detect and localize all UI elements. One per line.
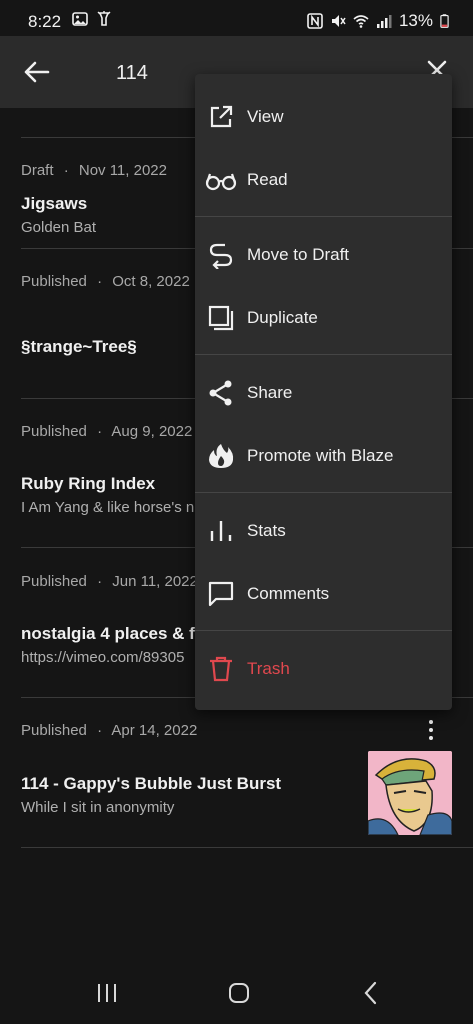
menu-item-stats[interactable]: Stats — [195, 499, 452, 562]
menu-item-label: Trash — [247, 658, 290, 678]
menu-divider — [195, 630, 452, 631]
post-date: Jun 11, 2022 — [112, 573, 198, 590]
external-link-icon — [210, 105, 233, 127]
menu-item-label: Share — [247, 382, 293, 402]
post-title: 114 - Gappy's Bubble Just Burst — [21, 774, 282, 793]
home-icon[interactable] — [224, 978, 254, 1008]
status-right-icons: 13% — [307, 11, 449, 31]
menu-item-label: Move to Draft — [247, 244, 350, 264]
post-status: Draft — [21, 162, 54, 179]
post-featured-image — [368, 751, 452, 835]
status-bar: 8:22 13% — [0, 0, 473, 36]
signal-icon — [376, 15, 392, 28]
status-left-icons — [72, 11, 112, 27]
post-status: Published — [21, 423, 87, 440]
recent-apps-icon[interactable] — [92, 978, 122, 1008]
status-time: 8:22 — [28, 12, 62, 31]
menu-item-trash[interactable]: Trash — [195, 637, 452, 700]
menu-item-duplicate[interactable]: Duplicate — [195, 286, 452, 349]
share-icon — [209, 380, 232, 405]
menu-divider — [195, 216, 452, 217]
duplicate-icon — [208, 305, 234, 330]
menu-item-label: Stats — [247, 520, 286, 540]
post-date: Nov 11, 2022 — [78, 162, 167, 179]
back-nav-icon[interactable] — [356, 978, 386, 1008]
move-icon — [209, 243, 233, 269]
battery-icon — [440, 14, 449, 28]
menu-item-move-to-draft[interactable]: Move to Draft — [195, 223, 452, 286]
post-excerpt: I Am Yang & like horse's n — [21, 499, 195, 516]
nfc-icon — [307, 13, 323, 29]
menu-divider — [195, 492, 452, 493]
flashlight-icon — [97, 11, 111, 26]
post-meta: Published · Aug 9, 2022 — [21, 423, 193, 440]
post-thumbnail-illustration — [368, 751, 452, 835]
flame-icon — [209, 443, 234, 468]
post-status: Published — [21, 722, 87, 739]
post-date: Apr 14, 2022 — [111, 722, 198, 739]
menu-item-comments[interactable]: Comments — [195, 562, 452, 625]
more-options-icon[interactable] — [421, 718, 441, 742]
post-date: Oct 8, 2022 — [112, 273, 190, 290]
post-excerpt: Golden Bat — [21, 219, 97, 236]
back-arrow-icon[interactable] — [22, 60, 50, 84]
post-excerpt: https://vimeo.com/89305 — [21, 649, 185, 666]
battery-percent: 13% — [398, 11, 433, 30]
post-title: §trange~Tree§ — [21, 337, 137, 356]
menu-item-view[interactable]: View — [195, 85, 452, 148]
menu-item-promote-with-blaze[interactable]: Promote with Blaze — [195, 424, 452, 487]
menu-item-label: Read — [247, 169, 288, 189]
post-meta: Published · Oct 8, 2022 — [21, 273, 190, 290]
post-date: Aug 9, 2022 — [111, 423, 193, 440]
post-actions-menu: View Read Move to Draft Duplicate Share — [195, 74, 452, 710]
post-title: Jigsaws — [21, 194, 88, 213]
menu-divider — [195, 354, 452, 355]
wifi-icon — [353, 15, 369, 28]
list-divider — [21, 847, 473, 848]
comment-icon — [208, 581, 234, 606]
post-status: Published — [21, 573, 87, 590]
mute-icon — [331, 15, 346, 27]
trash-icon — [210, 656, 232, 681]
post-excerpt: While I sit in anonymity — [21, 799, 175, 816]
page-title: 114 — [116, 62, 148, 84]
menu-item-label: Comments — [247, 583, 330, 603]
post-meta: Published · Jun 11, 2022 — [21, 573, 198, 590]
menu-item-label: Promote with Blaze — [247, 445, 394, 465]
post-title: nostalgia 4 places & fa — [21, 624, 205, 643]
menu-item-read[interactable]: Read — [195, 148, 452, 211]
stats-icon — [210, 520, 232, 541]
system-navigation-bar — [0, 960, 473, 1024]
post-meta: Draft · Nov 11, 2022 — [21, 162, 167, 179]
post-title: Ruby Ring Index — [21, 474, 156, 493]
post-status: Published — [21, 273, 87, 290]
menu-item-label: Duplicate — [247, 307, 318, 327]
menu-item-share[interactable]: Share — [195, 361, 452, 424]
gallery-icon — [72, 12, 88, 26]
post-meta: Published · Apr 14, 2022 — [21, 722, 198, 739]
menu-item-label: View — [247, 106, 284, 126]
glasses-icon — [205, 173, 237, 190]
